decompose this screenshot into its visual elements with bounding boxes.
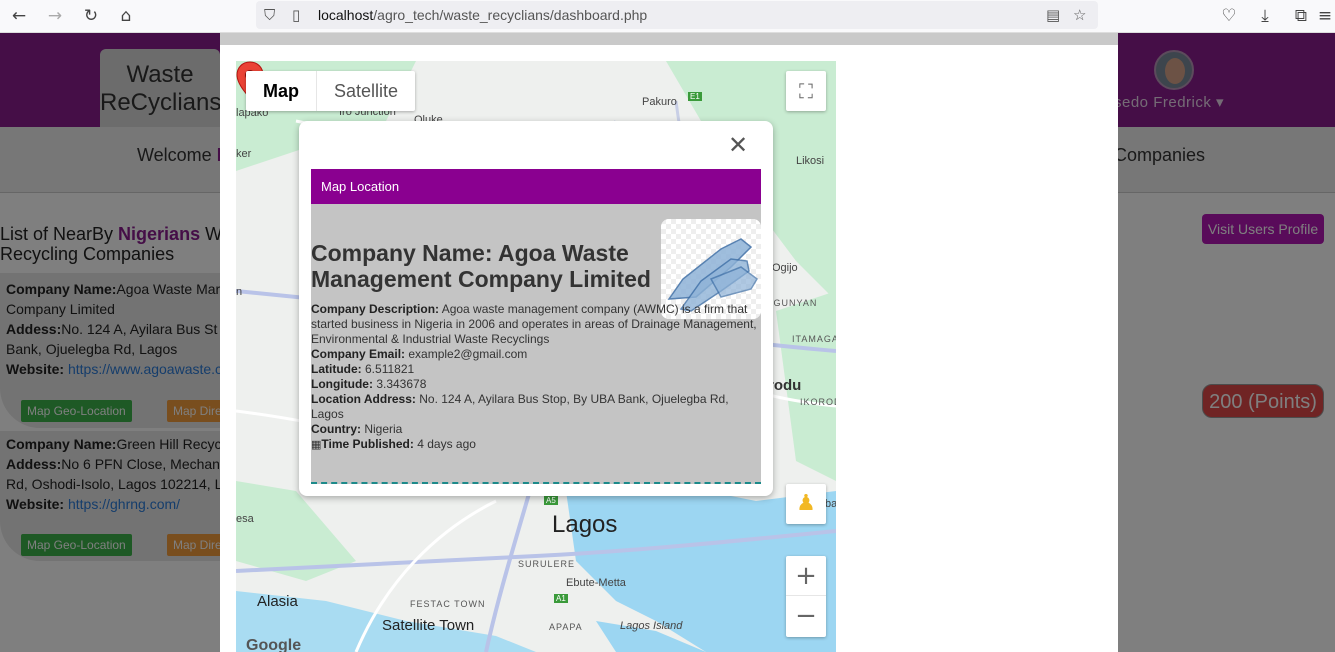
map-type-control: Map Satellite bbox=[246, 71, 416, 111]
map-label: FESTAC TOWN bbox=[410, 599, 486, 609]
zoom-out-icon[interactable]: − bbox=[786, 596, 826, 636]
reload-icon[interactable]: ↻ bbox=[80, 6, 102, 26]
info-window-header: Map Location bbox=[311, 169, 761, 204]
map-label: Pakuro bbox=[642, 96, 677, 108]
home-icon[interactable]: ⌂ bbox=[115, 6, 137, 26]
map-label: esa bbox=[236, 513, 254, 525]
calendar-icon: ▦ bbox=[311, 438, 322, 451]
map-label: Lagos Island bbox=[620, 620, 683, 632]
map-label: ITAMAGA bbox=[792, 334, 836, 344]
pegman-icon[interactable]: ♟ bbox=[786, 484, 826, 524]
map-label: APAPA bbox=[549, 622, 583, 632]
forward-icon[interactable]: → bbox=[44, 6, 66, 26]
map-label: ba bbox=[825, 498, 836, 510]
map-label: n bbox=[236, 286, 243, 298]
page-icon: ▯ bbox=[292, 6, 301, 24]
menu-icon[interactable]: ≡ bbox=[1314, 6, 1335, 26]
map-label: IKOROD bbox=[800, 397, 836, 407]
fullscreen-icon[interactable]: ⛶ bbox=[786, 71, 826, 111]
map-label: SURULERE bbox=[518, 559, 576, 569]
modal-top-bar bbox=[220, 33, 1118, 45]
browser-toolbar: ← → ↻ ⌂ ⛉ ▯ localhost/agro_tech/waste_re… bbox=[0, 0, 1335, 33]
map-label: Ogijo bbox=[772, 262, 798, 274]
road-shield: A1 bbox=[554, 594, 568, 603]
bookmark-star-icon[interactable]: ☆ bbox=[1073, 6, 1086, 24]
google-logo: Google bbox=[246, 637, 302, 652]
company-name-title: Company Name: Agoa Waste Management Comp… bbox=[311, 240, 651, 292]
zoom-control: + − bbox=[786, 556, 826, 637]
zoom-in-icon[interactable]: + bbox=[786, 556, 826, 596]
shield-icon: ⛉ bbox=[264, 6, 276, 24]
download-icon[interactable]: ⤓ bbox=[1254, 6, 1276, 26]
info-window-body: Company Name: Agoa Waste Management Comp… bbox=[311, 204, 761, 484]
company-details: Company Description: Agoa waste manageme… bbox=[311, 302, 757, 451]
reader-icon[interactable]: ▤ bbox=[1046, 6, 1060, 24]
address-bar[interactable]: ⛉ ▯ localhost/agro_tech/waste_recyclians… bbox=[256, 1, 1098, 29]
back-icon[interactable]: ← bbox=[8, 6, 30, 26]
extensions-icon[interactable]: ⧉ bbox=[1290, 6, 1312, 26]
url-text: localhost/agro_tech/waste_recyclians/das… bbox=[318, 7, 648, 23]
map-label: Likosi bbox=[796, 155, 825, 167]
close-icon[interactable]: ✕ bbox=[726, 133, 750, 157]
road-shield: E1 bbox=[688, 92, 702, 101]
map-label: ker bbox=[236, 148, 252, 160]
map-label: Satellite Town bbox=[382, 617, 475, 634]
road-shield: A5 bbox=[544, 496, 558, 505]
map-type-map[interactable]: Map bbox=[246, 71, 317, 111]
map-info-window: ✕ Map Location Company Name: Agoa Waste … bbox=[299, 121, 773, 496]
map-type-satellite[interactable]: Satellite bbox=[317, 71, 415, 111]
map-label-lagos: Lagos bbox=[552, 511, 618, 538]
map-label: Alasia bbox=[257, 593, 298, 610]
pocket-icon[interactable]: ♡ bbox=[1218, 6, 1240, 26]
map-label: Ebute-Metta bbox=[566, 577, 626, 589]
